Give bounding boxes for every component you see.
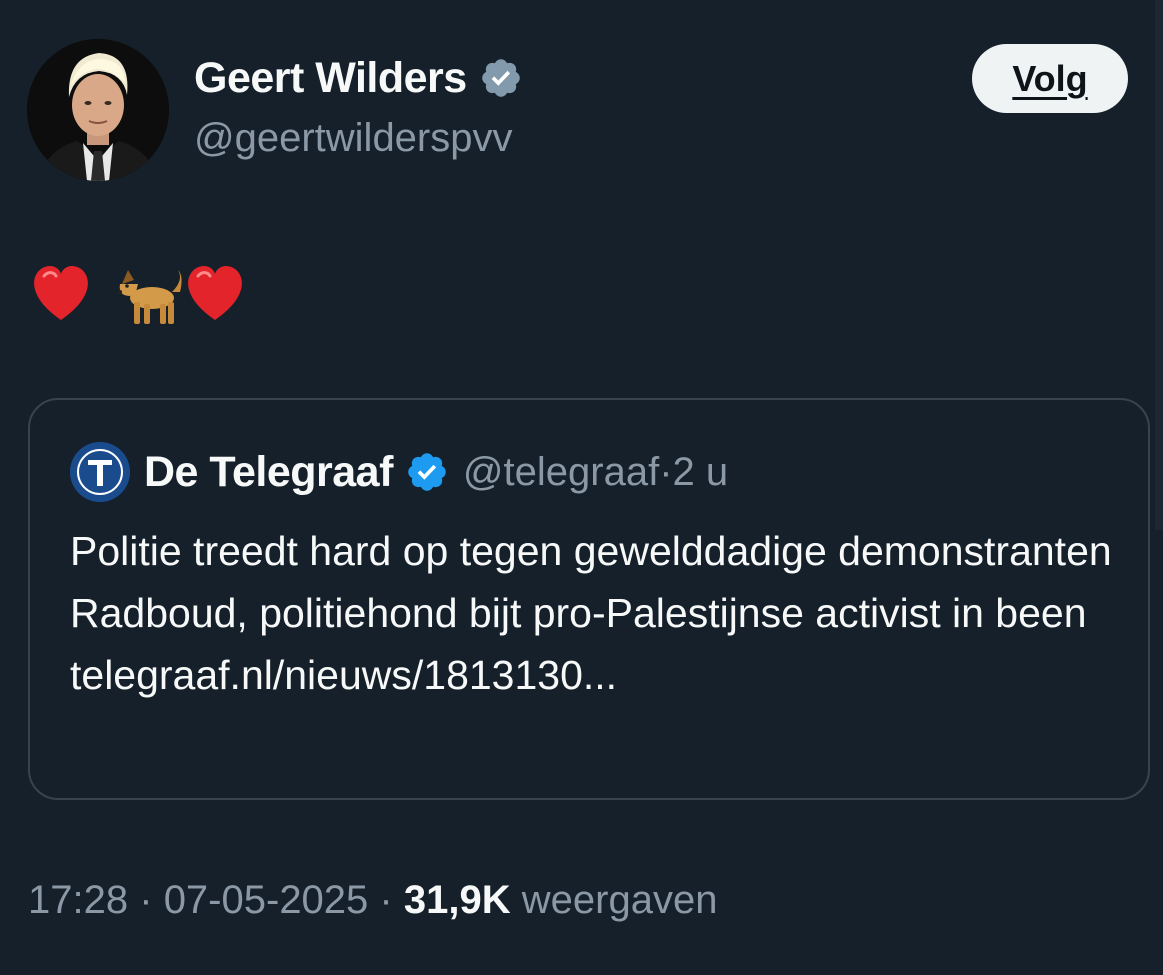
verified-badge-blue-icon[interactable]	[405, 450, 449, 494]
author-handle[interactable]: @geertwilderspvv	[194, 116, 523, 161]
telegraaf-logo	[70, 442, 130, 502]
dog-icon	[118, 270, 182, 324]
footer-separator: ·	[139, 878, 153, 922]
quoted-time-ago[interactable]: 2 u	[673, 450, 729, 494]
meta-separator: ·	[659, 449, 673, 494]
follow-button[interactable]: Volg	[972, 44, 1128, 113]
red-heart-icon	[34, 266, 88, 320]
tweet-time[interactable]: 17:28	[28, 878, 128, 922]
quoted-author-name[interactable]: De Telegraaf	[144, 448, 393, 497]
tweet-text: ❤️ 🐕❤️	[30, 258, 250, 328]
author-name[interactable]: Geert Wilders	[194, 54, 467, 103]
author-info: Geert Wilders @geertwilderspvv	[194, 52, 523, 161]
avatar-portrait	[27, 39, 169, 181]
footer-separator: ·	[379, 878, 393, 922]
author-name-row: Geert Wilders	[194, 52, 523, 104]
quoted-tweet-header: De Telegraaf @telegraaf·2 u	[70, 440, 728, 504]
tweet-footer: 17:28 · 07-05-2025 · 31,9K weergaven	[28, 878, 717, 923]
scrollbar[interactable]	[1155, 0, 1163, 530]
tweet-container: Geert Wilders @geertwilderspvv Volg De T…	[0, 0, 1163, 975]
tweet-emoji-row	[34, 266, 242, 324]
tweet-date[interactable]: 07-05-2025	[164, 878, 369, 922]
quoted-tweet-text: Politie treedt hard op tegen gewelddadig…	[70, 528, 1112, 698]
quoted-handle[interactable]: @telegraaf	[463, 450, 659, 494]
quoted-tweet-card[interactable]: De Telegraaf @telegraaf·2 u Politie tree…	[28, 398, 1150, 800]
quoted-meta: @telegraaf·2 u	[463, 450, 728, 495]
views-count[interactable]: 31,9K	[404, 878, 511, 922]
author-avatar[interactable]	[27, 39, 169, 181]
red-heart-icon	[188, 266, 242, 320]
verified-badge-gray-icon[interactable]	[479, 56, 523, 100]
views-label: weergaven	[521, 878, 718, 922]
